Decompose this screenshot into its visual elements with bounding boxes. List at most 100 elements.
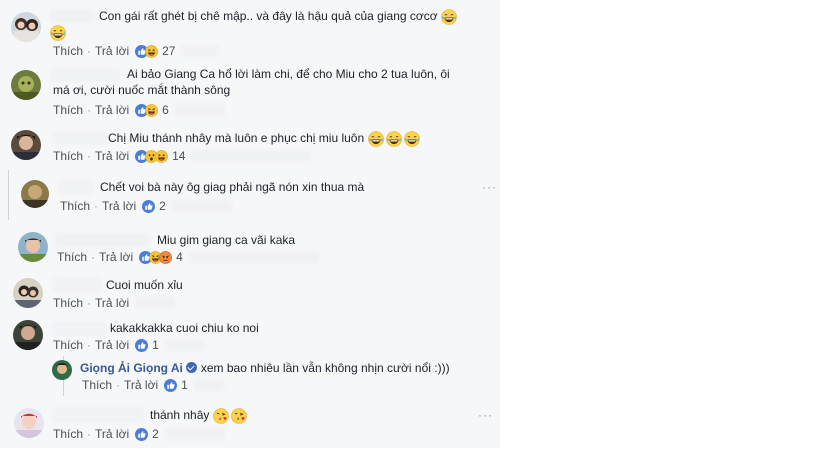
reply-link[interactable]: Trả lời bbox=[124, 378, 158, 392]
reaction-count: 4 bbox=[176, 250, 183, 264]
comment-text-overflow bbox=[50, 24, 66, 41]
comment-actions: Thích · Trả lời 1 bbox=[53, 338, 205, 352]
like-link[interactable]: Thích bbox=[82, 378, 112, 392]
commenter-name-redacted bbox=[52, 278, 102, 292]
comment-item: Con gái rất ghét bị chê mập.. và đây là … bbox=[0, 0, 500, 62]
separator: · bbox=[94, 199, 99, 213]
comment-actions: Thích · Trả lời 4 bbox=[57, 250, 319, 264]
like-link[interactable]: Thích bbox=[53, 296, 83, 310]
commenter-avatar[interactable] bbox=[13, 278, 43, 308]
reactions-summary[interactable]: 14 bbox=[135, 149, 185, 163]
like-link[interactable]: Thích bbox=[53, 103, 83, 117]
verified-badge-icon bbox=[185, 362, 197, 373]
reply-link[interactable]: Trả lời bbox=[102, 199, 136, 213]
commenter-avatar[interactable] bbox=[13, 320, 43, 350]
reply-link[interactable]: Trả lời bbox=[95, 103, 129, 117]
comment-actions: Thích · Trả lời bbox=[53, 296, 176, 310]
like-link[interactable]: Thích bbox=[53, 149, 83, 163]
commenter-avatar[interactable] bbox=[11, 130, 41, 160]
like-link[interactable]: Thích bbox=[57, 250, 87, 264]
reaction-count: 27 bbox=[162, 44, 176, 58]
timestamp-redacted bbox=[191, 150, 312, 162]
separator: · bbox=[87, 103, 92, 117]
separator: · bbox=[87, 338, 92, 352]
commenter-name-redacted bbox=[52, 322, 106, 336]
comment-text-content: kakakkakka cuoi chiu ko noi bbox=[110, 321, 259, 335]
separator: · bbox=[87, 296, 92, 310]
commenter-avatar[interactable] bbox=[18, 232, 48, 262]
reply-link[interactable]: Trả lời bbox=[95, 427, 129, 441]
separator: · bbox=[87, 149, 92, 163]
comment-options-button[interactable]: ··· bbox=[482, 180, 497, 194]
comment-item: Cuoi muốn xỉu Thích · Trả lời bbox=[0, 272, 500, 316]
commenter-avatar[interactable] bbox=[52, 360, 72, 380]
like-reaction-icon bbox=[135, 339, 148, 352]
reactions-summary[interactable]: 2 bbox=[135, 427, 159, 441]
kissing-heart-emoji bbox=[213, 408, 229, 424]
commenter-avatar[interactable] bbox=[11, 70, 41, 100]
reply-link[interactable]: Trả lời bbox=[99, 250, 133, 264]
reaction-count: 14 bbox=[172, 149, 186, 163]
comment-text: Chị Miu thánh nhây mà luôn e phục chị mi… bbox=[108, 130, 420, 147]
reactions-summary[interactable]: 27 bbox=[135, 44, 175, 58]
reply-link[interactable]: Trả lời bbox=[95, 296, 129, 310]
reply-link[interactable]: Trả lời bbox=[95, 338, 129, 352]
like-link[interactable]: Thích bbox=[60, 199, 90, 213]
comment-text: Miu gim giang ca vãi kaka bbox=[157, 232, 295, 248]
reactions-summary[interactable]: 4 bbox=[139, 250, 183, 264]
reaction-count: 2 bbox=[159, 199, 166, 213]
like-link[interactable]: Thích bbox=[53, 44, 83, 58]
reactions-summary[interactable]: 2 bbox=[142, 199, 166, 213]
reply-link[interactable]: Trả lời bbox=[95, 149, 129, 163]
comment-text-content: Chết voi bà này ôg giag phải ngã nón xin… bbox=[100, 180, 365, 194]
separator: · bbox=[116, 378, 121, 392]
reactions-summary[interactable]: 1 bbox=[135, 338, 159, 352]
haha-reaction-icon bbox=[155, 150, 168, 163]
separator: · bbox=[87, 427, 92, 441]
reaction-count: 1 bbox=[181, 378, 188, 392]
separator: · bbox=[87, 44, 92, 58]
reactions-summary[interactable]: 1 bbox=[164, 378, 188, 392]
comment-text: kakakkakka cuoi chiu ko noi bbox=[110, 320, 259, 336]
reactions-summary[interactable]: 6 bbox=[135, 103, 169, 117]
timestamp-redacted bbox=[174, 104, 225, 116]
like-reaction-icon bbox=[164, 379, 177, 392]
reply-author-name[interactable]: Giọng Ải Giọng Ai bbox=[80, 361, 183, 375]
separator: · bbox=[91, 250, 96, 264]
commenter-name-redacted bbox=[52, 408, 144, 422]
comment-text: Ai bảo Giang Ca hổ lời làm chi, để cho M… bbox=[53, 66, 453, 98]
commenter-avatar[interactable] bbox=[11, 12, 41, 42]
like-link[interactable]: Thích bbox=[53, 338, 83, 352]
like-link[interactable]: Thích bbox=[53, 427, 83, 441]
comment-item: thánh nhây ··· Thích · Trả lời 2 bbox=[0, 402, 500, 448]
commenter-name-redacted bbox=[52, 131, 106, 145]
comment-text-content: thánh nhây bbox=[150, 408, 210, 422]
comment-text: Cuoi muốn xỉu bbox=[106, 277, 183, 293]
timestamp-redacted bbox=[164, 428, 225, 440]
comment-text-content: Ai bảo Giang Ca hổ lời làm chi, để cho M… bbox=[53, 67, 450, 97]
comment-actions: Thích · Trả lời 27 bbox=[53, 44, 220, 58]
commenter-name-redacted bbox=[58, 180, 94, 194]
comment-options-button[interactable]: ··· bbox=[478, 408, 493, 422]
reply-link[interactable]: Trả lời bbox=[95, 44, 129, 58]
comment-actions: Thích · Trả lời 2 bbox=[53, 427, 225, 441]
haha-reaction-icon bbox=[145, 104, 158, 117]
comment-text: Con gái rất ghét bị chê mập.. và đây là … bbox=[99, 8, 457, 25]
like-reaction-icon bbox=[142, 200, 155, 213]
haha-reaction-icon bbox=[145, 45, 158, 58]
comment-text-content: Chị Miu thánh nhây mà luôn e phục chị mi… bbox=[108, 131, 365, 145]
reaction-count: 2 bbox=[152, 427, 159, 441]
timestamp-redacted bbox=[135, 297, 176, 309]
comment-text: thánh nhây bbox=[150, 407, 247, 424]
comment-actions: Thích · Trả lời 14 bbox=[53, 149, 312, 163]
comment-text: Giọng Ải Giọng Ai xem bao nhiêu lần vẫn k… bbox=[80, 360, 450, 376]
comment-text-content: xem bao nhiêu lần vẫn không nhịn cười nổ… bbox=[200, 361, 450, 375]
comment-item: Ai bảo Giang Ca hổ lời làm chi, để cho M… bbox=[0, 62, 500, 128]
comment-actions: Thích · Trả lời 2 bbox=[60, 199, 232, 213]
commenter-name-redacted bbox=[50, 9, 96, 23]
comment-text-content: Con gái rất ghét bị chê mập.. và đây là … bbox=[99, 9, 438, 23]
timestamp-redacted bbox=[164, 339, 205, 351]
commenter-avatar[interactable] bbox=[21, 180, 49, 208]
commenter-avatar[interactable] bbox=[14, 408, 44, 438]
laughing-emoji bbox=[386, 131, 402, 147]
